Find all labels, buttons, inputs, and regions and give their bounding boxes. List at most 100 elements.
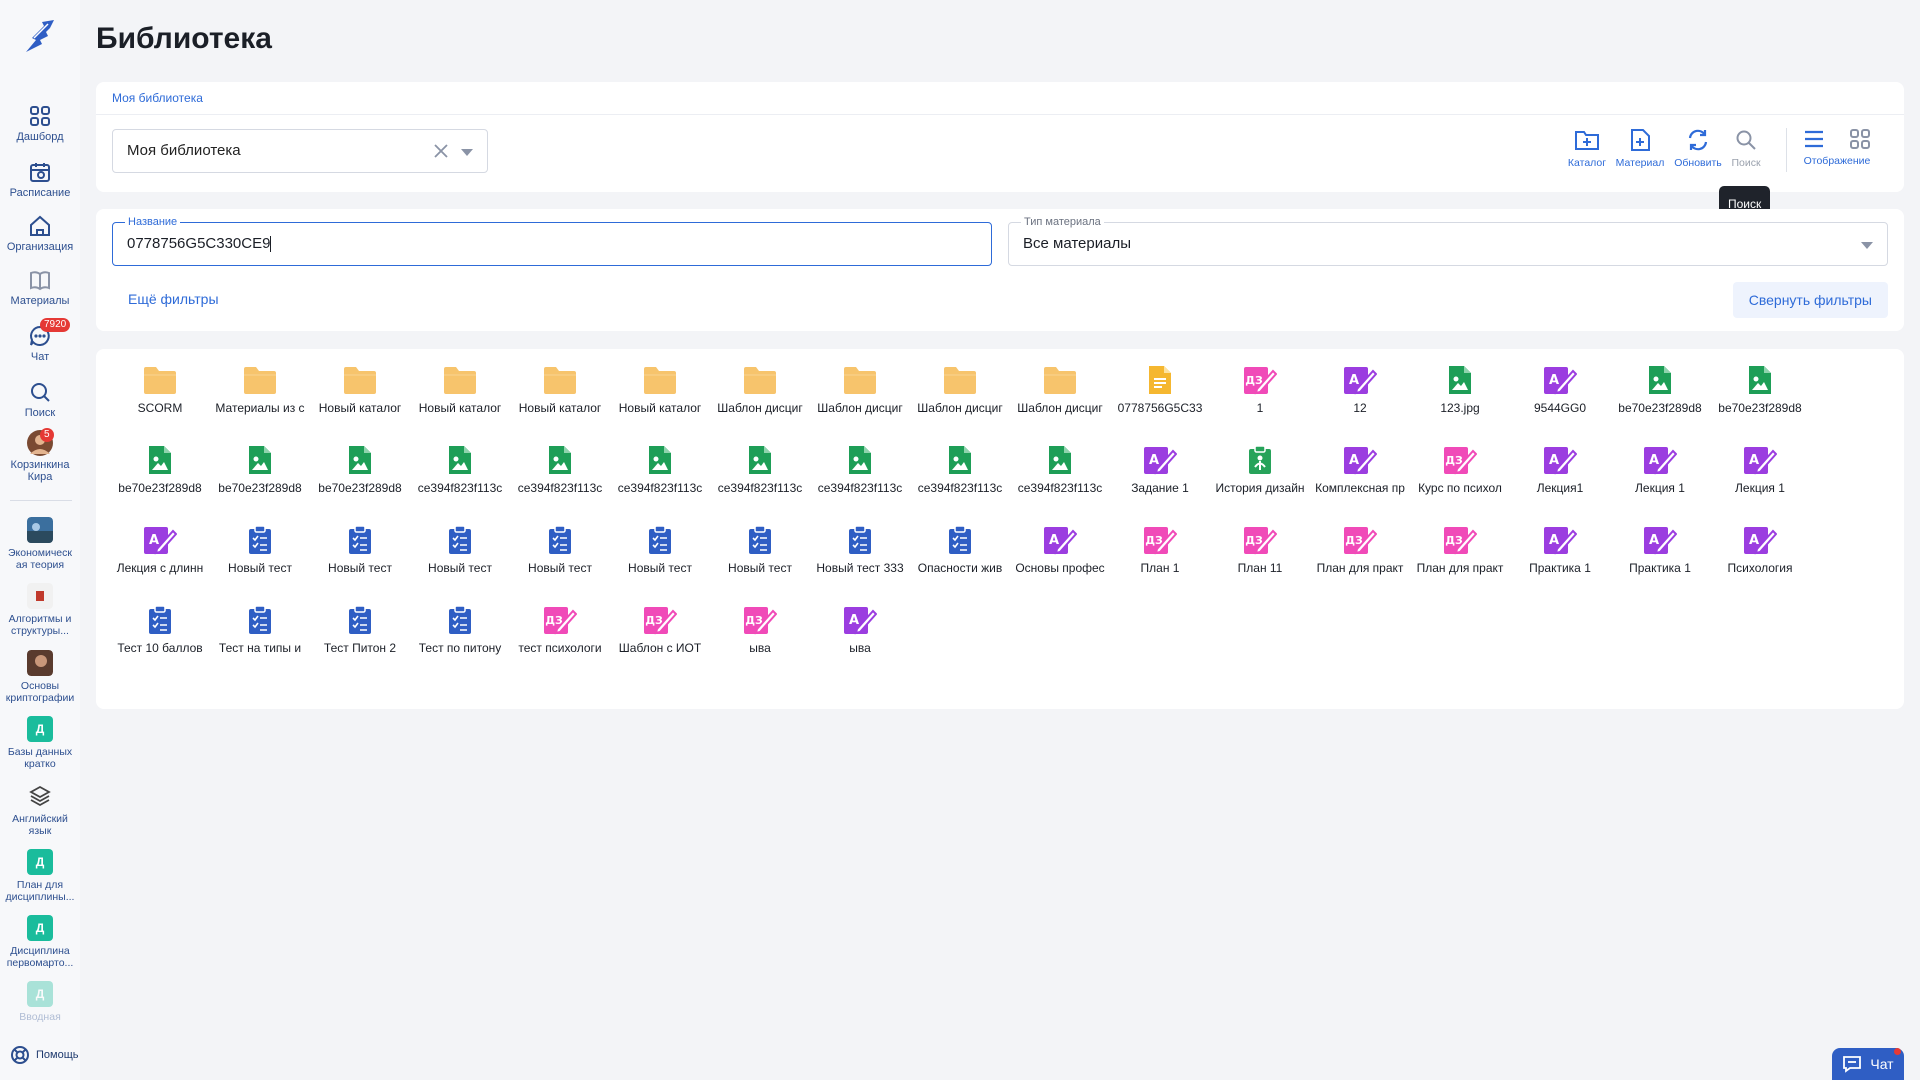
material-item[interactable]: ce394f823f113c bbox=[910, 445, 1010, 525]
logo-icon[interactable] bbox=[22, 18, 58, 56]
material-item[interactable]: A 9544GG0 bbox=[1510, 365, 1610, 445]
chat-widget-button[interactable]: Чат bbox=[1832, 1048, 1904, 1080]
material-item[interactable]: A Комплексная пр bbox=[1310, 445, 1410, 525]
folder-item[interactable]: Новый каталог bbox=[310, 365, 410, 445]
material-item[interactable]: Новый тест bbox=[310, 525, 410, 605]
material-item[interactable]: A Задание 1 bbox=[1110, 445, 1210, 525]
item-icon-wrapper bbox=[210, 605, 310, 635]
sidebar-item-materials[interactable]: Материалы bbox=[0, 268, 80, 307]
material-item[interactable]: Новый тест bbox=[510, 525, 610, 605]
course-intro[interactable]: Д Вводная bbox=[0, 981, 80, 1023]
material-item[interactable]: 0778756G5C33 bbox=[1110, 365, 1210, 445]
material-item[interactable]: ДЗ План 11 bbox=[1210, 525, 1310, 605]
add-material-button[interactable]: Материал bbox=[1610, 128, 1670, 169]
material-item[interactable]: Тест на типы и bbox=[210, 605, 310, 685]
material-item[interactable]: A Практика 1 bbox=[1610, 525, 1710, 605]
library-select[interactable]: Моя библиотека bbox=[112, 129, 488, 173]
filters-card: Название 0778756G5C330CE9 Тип материала … bbox=[96, 209, 1904, 331]
name-filter-input[interactable]: Название 0778756G5C330CE9 bbox=[112, 215, 992, 266]
collapse-filters-button[interactable]: Свернуть фильтры bbox=[1732, 282, 1888, 318]
material-item[interactable]: A 12 bbox=[1310, 365, 1410, 445]
course-english[interactable]: Английский язык bbox=[0, 783, 80, 837]
search-button[interactable]: Поиск bbox=[1716, 128, 1776, 169]
material-item[interactable]: Опасности жив bbox=[910, 525, 1010, 605]
course-algorithms[interactable]: Алгоритмы и структуры... bbox=[0, 583, 80, 637]
add-catalog-button[interactable]: Каталог bbox=[1557, 128, 1617, 169]
folder-item[interactable]: Шаблон дисциг bbox=[910, 365, 1010, 445]
material-item[interactable]: Новый тест bbox=[410, 525, 510, 605]
sidebar-item-schedule[interactable]: Расписание bbox=[0, 160, 80, 199]
sidebar-item-search[interactable]: Поиск bbox=[0, 380, 80, 419]
folder-item[interactable]: Шаблон дисциг bbox=[710, 365, 810, 445]
course-plan[interactable]: Д План для дисциплины... bbox=[0, 849, 80, 903]
material-item[interactable]: ДЗ 1 bbox=[1210, 365, 1310, 445]
display-mode-button[interactable]: Отображение bbox=[1797, 128, 1877, 167]
name-filter-value: 0778756G5C330CE9 bbox=[127, 235, 271, 252]
sidebar-item-profile[interactable]: Корзинкина Кира 5 bbox=[0, 428, 80, 483]
breadcrumb[interactable]: Моя библиотека bbox=[112, 91, 203, 105]
item-icon-wrapper bbox=[310, 525, 410, 555]
item-icon-wrapper bbox=[910, 445, 1010, 475]
material-item[interactable]: ce394f823f113c bbox=[410, 445, 510, 525]
course-cryptography[interactable]: Основы криптографии bbox=[0, 650, 80, 704]
material-item[interactable]: Тест по питону bbox=[410, 605, 510, 685]
material-item[interactable]: ce394f823f113c bbox=[810, 445, 910, 525]
material-type-select[interactable]: Тип материала Все материалы bbox=[1008, 215, 1888, 266]
material-item[interactable]: ДЗ ыва bbox=[710, 605, 810, 685]
folder-item[interactable]: Шаблон дисциг bbox=[1010, 365, 1110, 445]
sidebar-item-organization[interactable]: Организация bbox=[0, 214, 80, 253]
material-item[interactable]: История дизайн bbox=[1210, 445, 1310, 525]
material-item[interactable]: A Лекция с длинн bbox=[110, 525, 210, 605]
course-databases[interactable]: Д Базы данных кратко bbox=[0, 716, 80, 770]
material-item[interactable]: ДЗ Курс по психол bbox=[1410, 445, 1510, 525]
material-item[interactable]: Новый тест bbox=[710, 525, 810, 605]
grid-view-icon[interactable] bbox=[1849, 128, 1871, 150]
material-item[interactable]: ce394f823f113c bbox=[710, 445, 810, 525]
material-item[interactable]: ДЗ тест психологи bbox=[510, 605, 610, 685]
course-economic-theory[interactable]: Экономическ ая теория bbox=[0, 517, 80, 571]
material-item[interactable]: Новый тест bbox=[610, 525, 710, 605]
folder-item[interactable]: Новый каталог bbox=[610, 365, 710, 445]
help-link[interactable]: Помощь bbox=[10, 1045, 79, 1065]
material-item[interactable]: A Основы профес bbox=[1010, 525, 1110, 605]
material-item[interactable]: Новый тест 333 bbox=[810, 525, 910, 605]
material-item[interactable]: ДЗ План для практ bbox=[1410, 525, 1510, 605]
folder-item[interactable]: Новый каталог bbox=[510, 365, 610, 445]
material-item[interactable]: ДЗ План для практ bbox=[1310, 525, 1410, 605]
item-name: Новый тест bbox=[228, 561, 292, 575]
folder-item[interactable]: SCORM bbox=[110, 365, 210, 445]
material-item[interactable]: A Лекция1 bbox=[1510, 445, 1610, 525]
sidebar-item-chat[interactable]: Чат 7920 bbox=[0, 318, 80, 363]
material-item[interactable]: A Лекция 1 bbox=[1710, 445, 1810, 525]
folder-item[interactable]: Материалы из с bbox=[210, 365, 310, 445]
item-name: ce394f823f113c bbox=[817, 481, 903, 495]
material-item[interactable]: Тест 10 баллов bbox=[110, 605, 210, 685]
more-filters-link[interactable]: Ещё фильтры bbox=[128, 291, 219, 307]
toolbar-divider bbox=[1786, 128, 1787, 172]
list-view-icon[interactable] bbox=[1803, 128, 1825, 150]
item-icon-wrapper bbox=[210, 525, 310, 555]
material-item[interactable]: be70e23f289d8 bbox=[110, 445, 210, 525]
folder-item[interactable]: Новый каталог bbox=[410, 365, 510, 445]
material-item[interactable]: be70e23f289d8 bbox=[1710, 365, 1810, 445]
material-item[interactable]: Тест Питон 2 bbox=[310, 605, 410, 685]
material-item[interactable]: be70e23f289d8 bbox=[1610, 365, 1710, 445]
material-item[interactable]: be70e23f289d8 bbox=[310, 445, 410, 525]
material-item[interactable]: 123.jpg bbox=[1410, 365, 1510, 445]
material-item[interactable]: A Практика 1 bbox=[1510, 525, 1610, 605]
folder-item[interactable]: Шаблон дисциг bbox=[810, 365, 910, 445]
material-item[interactable]: Новый тест bbox=[210, 525, 310, 605]
search-icon bbox=[31, 383, 50, 402]
material-item[interactable]: ce394f823f113c bbox=[1010, 445, 1110, 525]
material-item[interactable]: A Психология bbox=[1710, 525, 1810, 605]
close-icon[interactable] bbox=[433, 143, 449, 159]
material-item[interactable]: ce394f823f113c bbox=[510, 445, 610, 525]
material-item[interactable]: Aыва bbox=[810, 605, 910, 685]
course-discipline[interactable]: Д Дисциплина первомарто... bbox=[0, 915, 80, 969]
material-item[interactable]: be70e23f289d8 bbox=[210, 445, 310, 525]
sidebar-item-dashboard[interactable]: Дашборд bbox=[0, 104, 80, 143]
material-item[interactable]: A Лекция 1 bbox=[1610, 445, 1710, 525]
material-item[interactable]: ДЗ Шаблон с ИОТ bbox=[610, 605, 710, 685]
material-item[interactable]: ce394f823f113c bbox=[610, 445, 710, 525]
material-item[interactable]: ДЗ План 1 bbox=[1110, 525, 1210, 605]
